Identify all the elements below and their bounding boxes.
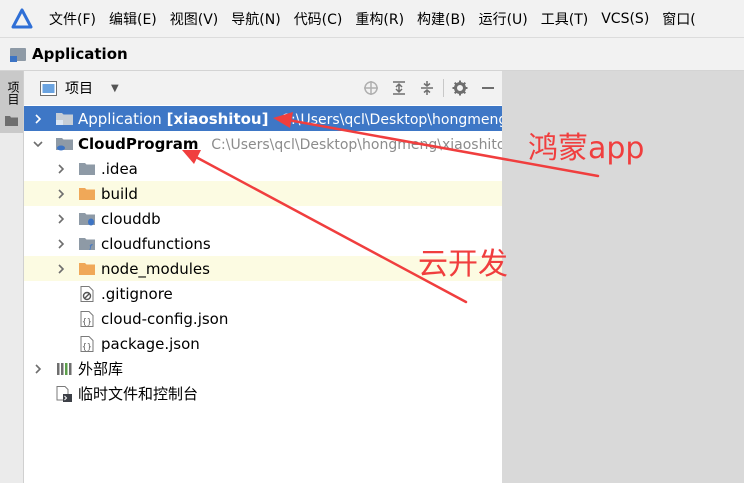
annotation-cloud-dev: 云开发 xyxy=(418,247,508,282)
arrowhead-application xyxy=(273,112,293,128)
annotation-harmony-app: 鸿蒙app xyxy=(528,131,645,166)
annotation-arrows xyxy=(182,112,600,304)
